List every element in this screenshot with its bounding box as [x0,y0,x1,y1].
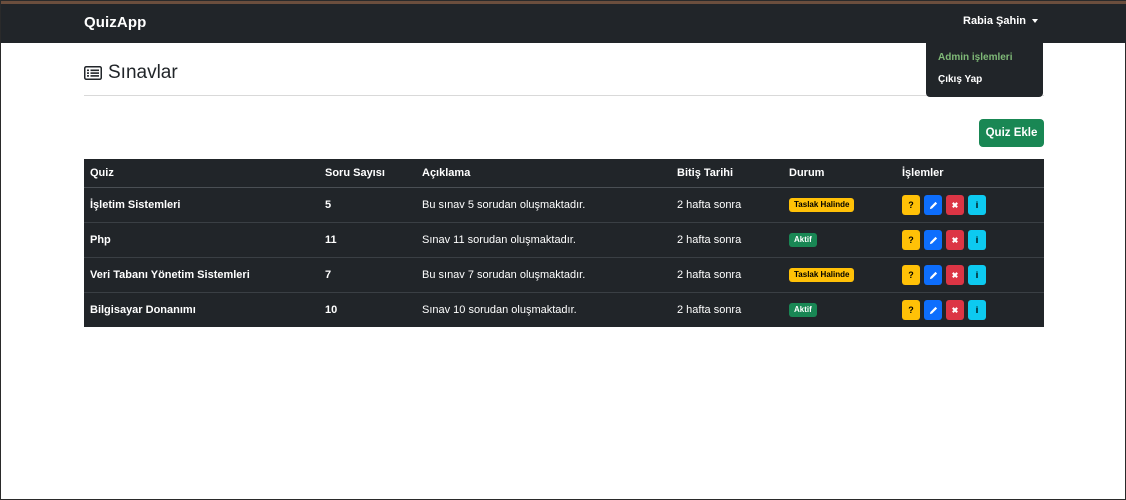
question-icon: ? [908,270,914,280]
table-header-row: Quiz Soru Sayısı Açıklama Bitiş Tarihi D… [84,159,1044,188]
user-name: Rabia Şahin [963,15,1026,27]
delete-button[interactable]: ✖ [946,300,964,320]
question-count-cell: 10 [319,292,416,327]
quiz-name-cell: İşletim Sistemleri [84,187,319,223]
questions-button[interactable]: ? [902,230,920,250]
action-buttons: ? ✖ i [902,195,1038,215]
pencil-icon [929,236,938,245]
pencil-icon [929,306,938,315]
delete-button[interactable]: ✖ [946,195,964,215]
dropdown-item-admin[interactable]: Admin işlemleri [938,52,1012,63]
info-icon: i [975,270,979,280]
question-icon: ? [908,200,914,210]
action-buttons: ? ✖ i [902,300,1038,320]
actions-cell: ? ✖ i [896,292,1044,327]
pencil-icon [929,201,938,210]
actions-cell: ? ✖ i [896,222,1044,258]
info-icon: i [975,305,979,315]
action-buttons: ? ✖ i [902,265,1038,285]
navbar: QuizApp Rabia Şahin [1,4,1126,43]
edit-button[interactable] [924,300,942,320]
questions-button[interactable]: ? [902,195,920,215]
quiz-name-cell: Php [84,222,319,258]
user-menu-toggle[interactable]: Rabia Şahin [963,15,1038,27]
header-actions: İşlemler [896,159,1044,188]
table-row: İşletim Sistemleri 5 Bu sınav 5 sorudan ol… [84,187,1044,223]
table-row: Bilgisayar Donanımı 10 Sınav 10 sorudan ol… [84,292,1044,327]
edit-button[interactable] [924,265,942,285]
brand-link[interactable]: QuizApp [84,14,146,31]
question-count-cell: 5 [319,187,416,223]
table-row: Veri Tabanı Yönetim Sistemleri 7 Bu sınav … [84,257,1044,293]
status-cell: Taslak Halinde [783,257,896,293]
caret-down-icon [1032,19,1038,23]
action-buttons: ? ✖ i [902,230,1038,250]
page-title: Sınavlar [108,62,178,83]
description-cell: Sınav 11 sorudan oluşmaktadır. [416,222,671,258]
pencil-icon [929,271,938,280]
edit-button[interactable] [924,195,942,215]
actions-cell: ? ✖ i [896,187,1044,223]
status-cell: Taslak Halinde [783,187,896,223]
questions-button[interactable]: ? [902,300,920,320]
header-status: Durum [783,159,896,188]
close-icon: ✖ [951,235,959,245]
status-badge: Taslak Halinde [789,198,855,212]
dropdown-item-logout[interactable]: Çıkış Yap [938,74,982,85]
list-icon [84,66,102,80]
user-dropdown-menu: Admin işlemleri Çıkış Yap [926,43,1043,97]
status-cell: Aktif [783,292,896,327]
status-badge: Taslak Halinde [789,268,855,282]
info-button[interactable]: i [968,195,986,215]
quiz-name-cell: Bilgisayar Donanımı [84,292,319,327]
question-icon: ? [908,305,914,315]
description-cell: Bu sınav 7 sorudan oluşmaktadır. [416,257,671,293]
end-date-cell: 2 hafta sonra [671,257,783,293]
page-heading: Sınavlar [84,62,178,84]
question-count-cell: 7 [319,257,416,293]
delete-button[interactable]: ✖ [946,230,964,250]
close-icon: ✖ [951,270,959,280]
close-icon: ✖ [951,200,959,210]
status-cell: Aktif [783,222,896,258]
info-button[interactable]: i [968,230,986,250]
close-icon: ✖ [951,305,959,315]
info-button[interactable]: i [968,265,986,285]
info-icon: i [975,235,979,245]
add-quiz-button[interactable]: Quiz Ekle [979,119,1044,147]
header-quiz: Quiz [84,159,319,188]
quiz-table: Quiz Soru Sayısı Açıklama Bitiş Tarihi D… [84,159,1044,327]
end-date-cell: 2 hafta sonra [671,222,783,258]
description-cell: Sınav 10 sorudan oluşmaktadır. [416,292,671,327]
end-date-cell: 2 hafta sonra [671,292,783,327]
edit-button[interactable] [924,230,942,250]
delete-button[interactable]: ✖ [946,265,964,285]
question-icon: ? [908,235,914,245]
status-badge: Aktif [789,303,817,317]
header-description: Açıklama [416,159,671,188]
question-count-cell: 11 [319,222,416,258]
table-row: Php 11 Sınav 11 sorudan oluşmaktadır. 2 haf… [84,222,1044,258]
divider [84,95,1044,96]
info-icon: i [975,200,979,210]
questions-button[interactable]: ? [902,265,920,285]
status-badge: Aktif [789,233,817,247]
actions-cell: ? ✖ i [896,257,1044,293]
quiz-name-cell: Veri Tabanı Yönetim Sistemleri [84,257,319,293]
description-cell: Bu sınav 5 sorudan oluşmaktadır. [416,187,671,223]
header-question-count: Soru Sayısı [319,159,416,188]
info-button[interactable]: i [968,300,986,320]
header-end-date: Bitiş Tarihi [671,159,783,188]
end-date-cell: 2 hafta sonra [671,187,783,223]
